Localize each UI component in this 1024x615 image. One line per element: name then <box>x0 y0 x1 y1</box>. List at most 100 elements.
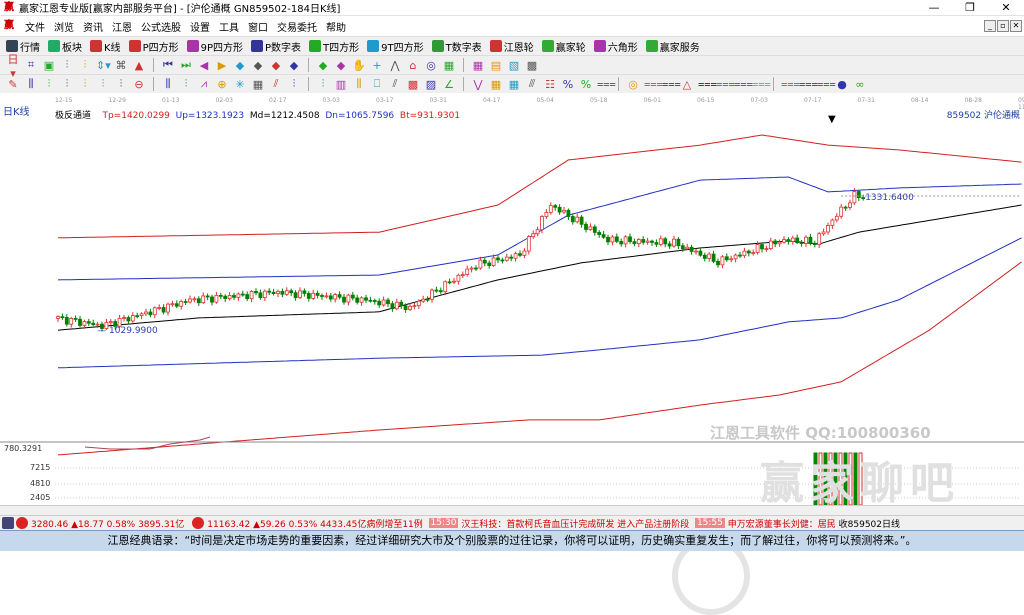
tool-icon[interactable]: ⫶ <box>96 77 110 91</box>
tool-icon[interactable]: ⏭ <box>179 58 193 72</box>
tool-icon[interactable]: ◆ <box>233 59 247 72</box>
tool-icon[interactable]: ⫶ <box>316 77 330 91</box>
menu-item[interactable]: 江恩 <box>112 19 132 34</box>
tool-icon[interactable]: ▨ <box>424 78 438 91</box>
tool-icon[interactable]: ⎕ <box>370 77 384 91</box>
tool-icon[interactable]: ⫶ <box>60 58 74 72</box>
toolbar-button[interactable]: 板块 <box>48 39 82 54</box>
toolbar-button[interactable]: 赢家轮 <box>541 39 586 54</box>
tool-icon[interactable]: ▣ <box>42 59 56 72</box>
toolbar-button[interactable]: 9T四方形 <box>367 39 424 54</box>
mdi-minimize-button[interactable]: _ <box>984 20 996 32</box>
menu-item[interactable]: 帮助 <box>326 19 346 34</box>
tool-icon[interactable]: % <box>561 78 575 91</box>
tool-icon[interactable]: ⩶ <box>662 77 681 91</box>
tool-icon[interactable]: ▧ <box>507 59 521 72</box>
tool-icon[interactable]: △ <box>680 78 694 91</box>
toolbar-button[interactable]: T四方形 <box>309 39 359 54</box>
tool-icon[interactable]: ⫶ <box>42 77 56 91</box>
tool-icon[interactable]: ⩶ <box>752 77 771 91</box>
tool-icon[interactable]: ⫶ <box>114 77 128 91</box>
toolbar-button[interactable]: 赢家服务 <box>645 39 700 54</box>
news-item[interactable]: 申万宏源董事长刘健：居民 <box>728 517 836 530</box>
menu-item[interactable]: 工具 <box>219 19 239 34</box>
tool-icon[interactable]: ⩶ <box>799 77 818 91</box>
tool-icon[interactable]: ⌂ <box>406 59 420 72</box>
maximize-button[interactable]: ❐ <box>952 1 988 14</box>
toolbar-button[interactable]: K线 <box>90 39 121 54</box>
tool-icon[interactable]: ◎ <box>424 59 438 72</box>
tool-icon[interactable]: ⋁ <box>471 78 485 91</box>
tool-icon[interactable]: ▦ <box>507 78 521 91</box>
menu-item[interactable]: 浏览 <box>54 19 74 34</box>
tool-icon[interactable]: ☷ <box>543 78 557 91</box>
tool-icon[interactable]: ⫼ <box>24 77 38 91</box>
tool-icon[interactable]: ⊖ <box>132 78 146 91</box>
tool-icon[interactable]: ◆ <box>334 59 348 72</box>
tool-icon[interactable]: ◎ <box>626 78 640 91</box>
tool-icon[interactable]: ⫻ <box>525 77 539 91</box>
tool-icon[interactable]: 日▾ <box>6 51 20 80</box>
kline-chart[interactable]: 12-15 12-29 01-13 02-03 02-17 03-03 03-17 03-31… <box>0 97 1024 615</box>
tool-icon[interactable]: ⌗ <box>24 58 38 72</box>
tool-icon[interactable]: ▦ <box>251 78 265 91</box>
menu-item[interactable]: 窗口 <box>248 19 268 34</box>
menu-item[interactable]: 设置 <box>190 19 210 34</box>
tool-icon[interactable]: ⫶ <box>78 77 92 91</box>
tool-icon[interactable]: ▩ <box>406 78 420 91</box>
tool-icon[interactable]: ▦ <box>471 59 485 72</box>
tool-icon[interactable]: ▦ <box>489 78 503 91</box>
tool-icon[interactable]: ⩶ <box>716 77 735 91</box>
tool-icon[interactable]: % <box>579 78 593 91</box>
tool-icon[interactable]: ◆ <box>251 59 265 72</box>
tool-icon[interactable]: ⩶ <box>698 77 717 91</box>
toolbar-button[interactable]: 9P四方形 <box>186 39 243 54</box>
news-item[interactable]: 病例增至11例 <box>366 517 422 530</box>
tool-icon[interactable]: ⩶ <box>781 77 800 91</box>
tool-icon[interactable]: ▩ <box>525 59 539 72</box>
tool-icon[interactable]: ◆ <box>287 59 301 72</box>
news-item[interactable]: 汉王科技：首款柯氏音血压计完成研发 进入产品注册阶段 <box>461 517 689 530</box>
tool-icon[interactable]: ● <box>835 78 849 91</box>
tool-icon[interactable]: ▥ <box>334 78 348 91</box>
horizontal-scrollbar[interactable] <box>0 505 1024 515</box>
tool-icon[interactable]: ◆ <box>269 59 283 72</box>
tool-icon[interactable]: ▶ <box>215 59 229 72</box>
tool-icon[interactable]: ⫼ <box>161 77 175 91</box>
toolbar-button[interactable]: P四方形 <box>128 39 179 54</box>
tool-icon[interactable]: ⩶ <box>644 77 663 91</box>
menu-item[interactable]: 文件 <box>25 19 45 34</box>
toolbar-button[interactable]: T数字表 <box>431 39 482 54</box>
tool-icon[interactable]: ⋀ <box>388 59 402 72</box>
menu-item[interactable]: 资讯 <box>83 19 103 34</box>
tool-icon[interactable]: ⫶ <box>60 77 74 91</box>
menu-item[interactable]: 公式选股 <box>141 19 181 34</box>
tool-icon[interactable]: ⫶ <box>179 77 193 91</box>
toolbar-button[interactable]: P数字表 <box>251 39 301 54</box>
tool-icon[interactable]: ⇕▾ <box>96 59 111 72</box>
toolbar-button[interactable]: 江恩轮 <box>489 39 534 54</box>
close-button[interactable]: ✕ <box>988 1 1024 14</box>
tool-icon[interactable]: ⫽ <box>269 77 283 91</box>
mdi-close-button[interactable]: ✕ <box>1010 20 1022 32</box>
tool-icon[interactable]: ⫶ <box>78 58 92 72</box>
tool-icon[interactable]: ⩶ <box>817 77 836 91</box>
tool-icon[interactable]: ⏮ <box>161 58 175 72</box>
tool-icon[interactable]: ⌘ <box>114 59 128 72</box>
tool-icon[interactable]: ∠ <box>442 78 456 91</box>
tool-icon[interactable]: ✳ <box>233 78 247 91</box>
tool-icon[interactable]: + <box>370 59 384 72</box>
tool-icon[interactable]: ⩶ <box>597 77 616 91</box>
tool-icon[interactable]: ∞ <box>853 78 867 91</box>
toolbar-button[interactable]: 六角形 <box>593 39 638 54</box>
tool-icon[interactable]: ✋ <box>352 59 366 72</box>
tool-icon[interactable]: ▦ <box>442 59 456 72</box>
tool-icon[interactable]: ⩶ <box>734 77 753 91</box>
tool-icon[interactable]: ✎ <box>6 78 20 91</box>
tool-icon[interactable]: ▤ <box>489 59 503 72</box>
tool-icon[interactable]: ◆ <box>316 59 330 72</box>
tool-icon[interactable]: ⫼ <box>352 77 366 91</box>
tool-icon[interactable]: ⫶ <box>287 77 301 91</box>
calculator-icon[interactable] <box>2 517 14 529</box>
mdi-restore-button[interactable]: ▫ <box>997 20 1009 32</box>
